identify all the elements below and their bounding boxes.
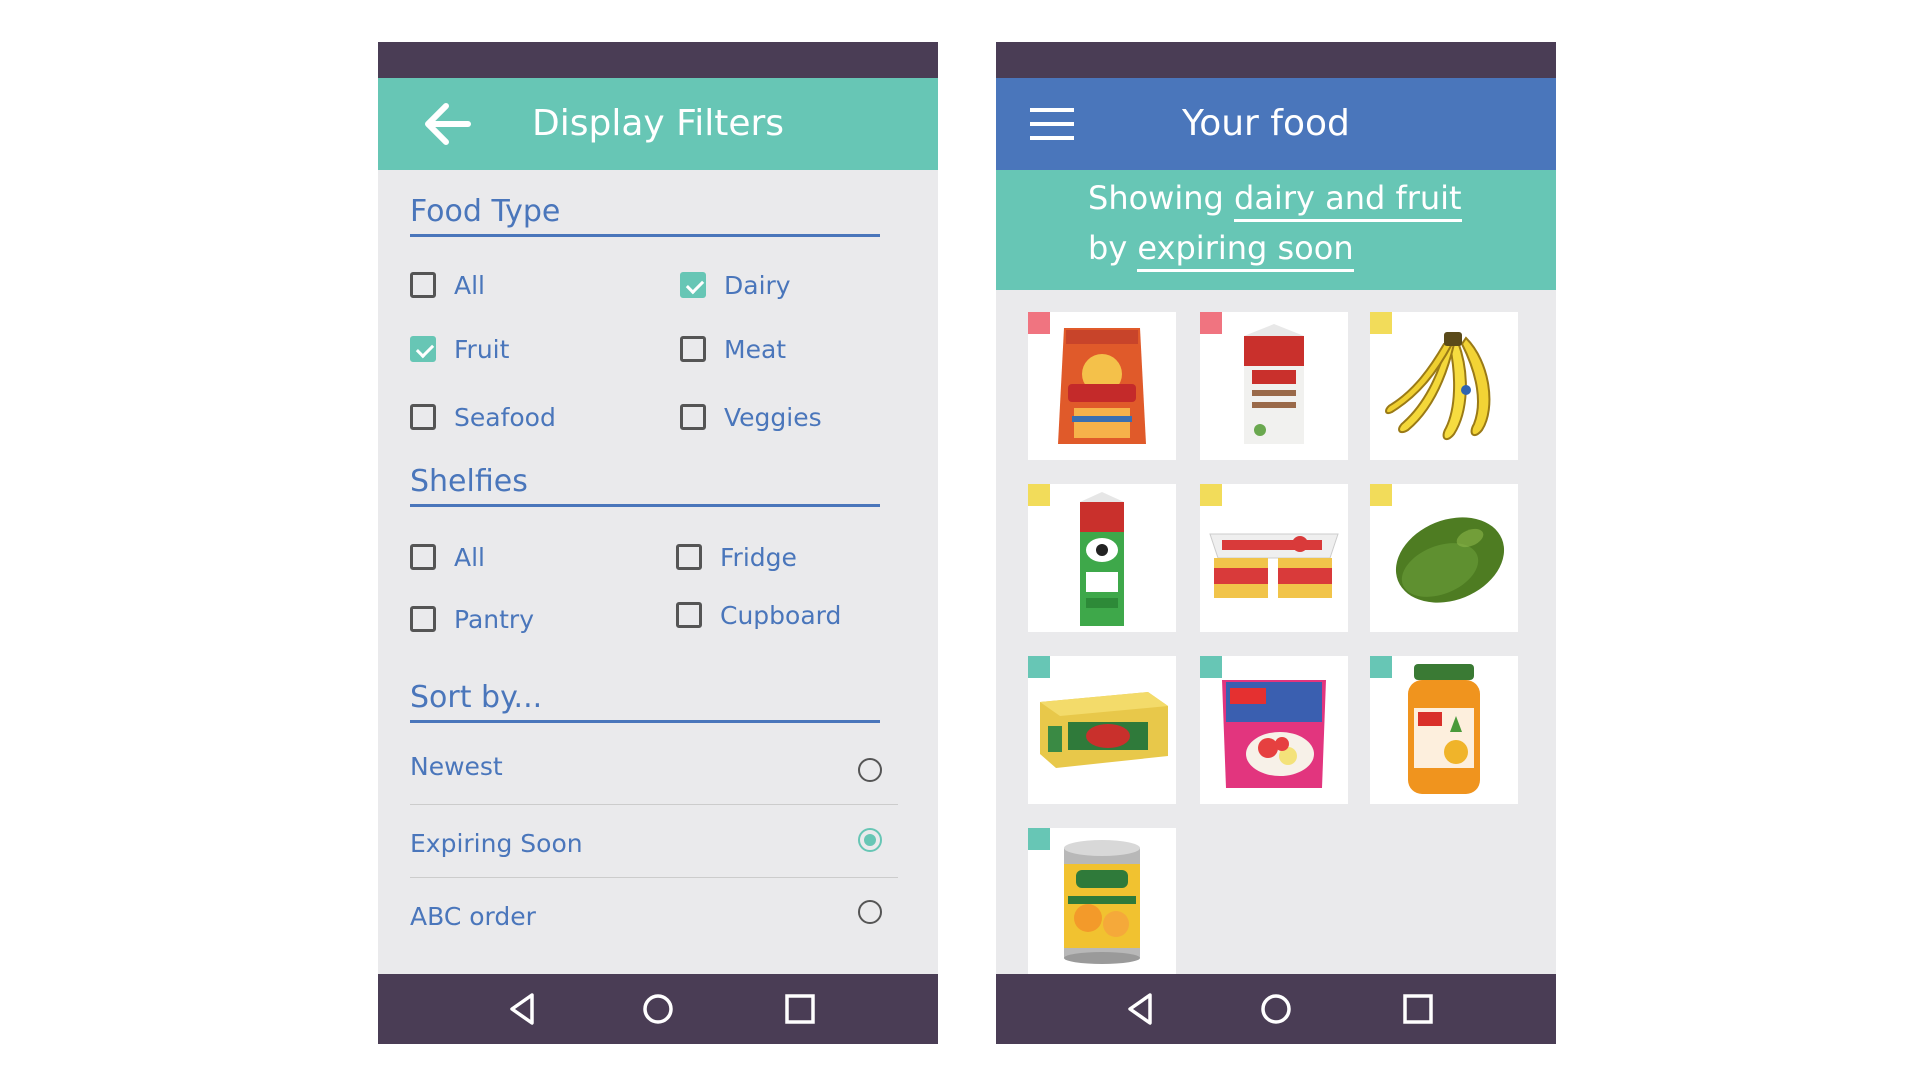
butter-icon xyxy=(1040,692,1168,768)
checkbox-label: Fridge xyxy=(720,542,797,572)
milk-carton-icon xyxy=(1080,492,1124,626)
food-item-butter[interactable] xyxy=(1028,656,1176,804)
filter-value-link[interactable]: dairy and fruit xyxy=(1234,179,1462,222)
cheese-bag-icon xyxy=(1058,328,1146,444)
sort-heading: Sort by... xyxy=(410,678,880,723)
food-item-tropical-fruit-jar[interactable] xyxy=(1370,656,1518,804)
food-type-fruit-checkbox[interactable]: Fruit xyxy=(410,332,509,366)
sort-option-label: ABC order xyxy=(410,902,536,931)
sort-option-newest[interactable]: Newest xyxy=(410,732,898,805)
banana-icon xyxy=(1385,332,1491,441)
food-item-peach-can[interactable] xyxy=(1028,828,1176,976)
page-title: Your food xyxy=(1182,103,1350,144)
nav-home-icon[interactable] xyxy=(1258,991,1294,1027)
status-tag-fresh xyxy=(1200,656,1222,678)
food-item-cheese[interactable] xyxy=(1028,312,1176,460)
cream-carton-icon xyxy=(1244,324,1304,444)
checkbox-box xyxy=(410,272,436,298)
banner-line-filter: Showing dairy and fruit xyxy=(1088,174,1462,222)
food-app-bar: Your food xyxy=(996,78,1556,170)
status-tag-fresh xyxy=(1028,828,1050,850)
status-bar xyxy=(996,42,1556,78)
shelves-cupboard-checkbox[interactable]: Cupboard xyxy=(676,598,841,632)
system-nav-bar xyxy=(378,974,938,1044)
status-tag-soon xyxy=(1370,312,1392,334)
nav-back-icon[interactable] xyxy=(1122,991,1158,1027)
nav-recents-icon[interactable] xyxy=(782,991,818,1027)
status-tag-soon xyxy=(1200,484,1222,506)
hamburger-menu-icon[interactable] xyxy=(1024,98,1084,150)
checkbox-box xyxy=(680,272,706,298)
radio-button xyxy=(858,900,882,924)
checkbox-label: Dairy xyxy=(724,270,791,300)
food-item-yogurt[interactable] xyxy=(1200,484,1348,632)
checkbox-label: Pantry xyxy=(454,604,534,634)
filters-screen: Display Filters Food Type All Dairy Frui… xyxy=(378,42,938,1044)
shelves-fridge-checkbox[interactable]: Fridge xyxy=(676,540,797,574)
shelves-all-checkbox[interactable]: All xyxy=(410,540,485,574)
food-item-frozen-fruit[interactable] xyxy=(1200,656,1348,804)
checkbox-box xyxy=(676,544,702,570)
filter-summary-banner: Showing dairy and fruit by expiring soon xyxy=(996,170,1556,290)
banner-text: Showing xyxy=(1088,179,1224,217)
banner-line-sort: by expiring soon xyxy=(1088,224,1354,272)
food-item-bananas[interactable] xyxy=(1370,312,1518,460)
checkbox-label: Fruit xyxy=(454,334,510,364)
status-tag-expiring xyxy=(1200,312,1222,334)
checkbox-label: All xyxy=(454,270,485,300)
sort-option-label: Expiring Soon xyxy=(410,829,583,858)
food-item-milk[interactable] xyxy=(1028,484,1176,632)
status-tag-fresh xyxy=(1028,656,1050,678)
banner-text: by xyxy=(1088,229,1128,267)
status-tag-fresh xyxy=(1370,656,1392,678)
system-nav-bar xyxy=(996,974,1556,1044)
sort-option-expiring-soon[interactable]: Expiring Soon xyxy=(410,805,898,878)
sort-option-label: Newest xyxy=(410,752,503,781)
checkbox-box xyxy=(410,336,436,362)
shelves-heading: Shelfies xyxy=(410,462,880,507)
food-type-meat-checkbox[interactable]: Meat xyxy=(680,332,786,366)
checkbox-label: Meat xyxy=(724,334,787,364)
food-type-all-checkbox[interactable]: All xyxy=(410,268,485,302)
checkbox-box xyxy=(410,606,436,632)
food-type-veggies-checkbox[interactable]: Veggies xyxy=(680,400,822,434)
food-list-screen: Your food Showing dairy and fruit by exp… xyxy=(996,42,1556,1044)
radio-button xyxy=(858,828,882,852)
checkbox-label: Veggies xyxy=(724,402,822,432)
food-type-heading: Food Type xyxy=(410,192,880,237)
nav-home-icon[interactable] xyxy=(640,991,676,1027)
peach-can-icon xyxy=(1064,840,1140,964)
status-bar xyxy=(378,42,938,78)
filters-app-bar: Display Filters xyxy=(378,78,938,170)
status-tag-soon xyxy=(1028,484,1050,506)
radio-button xyxy=(858,758,882,782)
checkbox-box xyxy=(676,602,702,628)
shelves-pantry-checkbox[interactable]: Pantry xyxy=(410,602,534,636)
yogurt-icon xyxy=(1209,533,1339,598)
checkbox-label: Cupboard xyxy=(720,600,842,630)
avocado-icon xyxy=(1395,517,1505,603)
nav-recents-icon[interactable] xyxy=(1400,991,1436,1027)
food-item-avocado[interactable] xyxy=(1370,484,1518,632)
nav-back-icon[interactable] xyxy=(504,991,540,1027)
frozen-fruit-bag-icon xyxy=(1222,680,1326,788)
page-title: Display Filters xyxy=(532,103,785,144)
food-type-seafood-checkbox[interactable]: Seafood xyxy=(410,400,556,434)
back-arrow-icon[interactable] xyxy=(418,98,478,150)
sort-option-abc-order[interactable]: ABC order xyxy=(410,878,898,950)
sort-value-link[interactable]: expiring soon xyxy=(1137,229,1354,272)
status-tag-expiring xyxy=(1028,312,1050,334)
checkbox-label: All xyxy=(454,542,485,572)
checkbox-box xyxy=(410,404,436,430)
checkbox-label: Seafood xyxy=(454,402,556,432)
status-tag-soon xyxy=(1370,484,1392,506)
checkbox-box xyxy=(680,336,706,362)
fruit-jar-icon xyxy=(1408,664,1480,794)
checkbox-box xyxy=(410,544,436,570)
food-type-dairy-checkbox[interactable]: Dairy xyxy=(680,268,791,302)
food-item-cream[interactable] xyxy=(1200,312,1348,460)
checkbox-box xyxy=(680,404,706,430)
